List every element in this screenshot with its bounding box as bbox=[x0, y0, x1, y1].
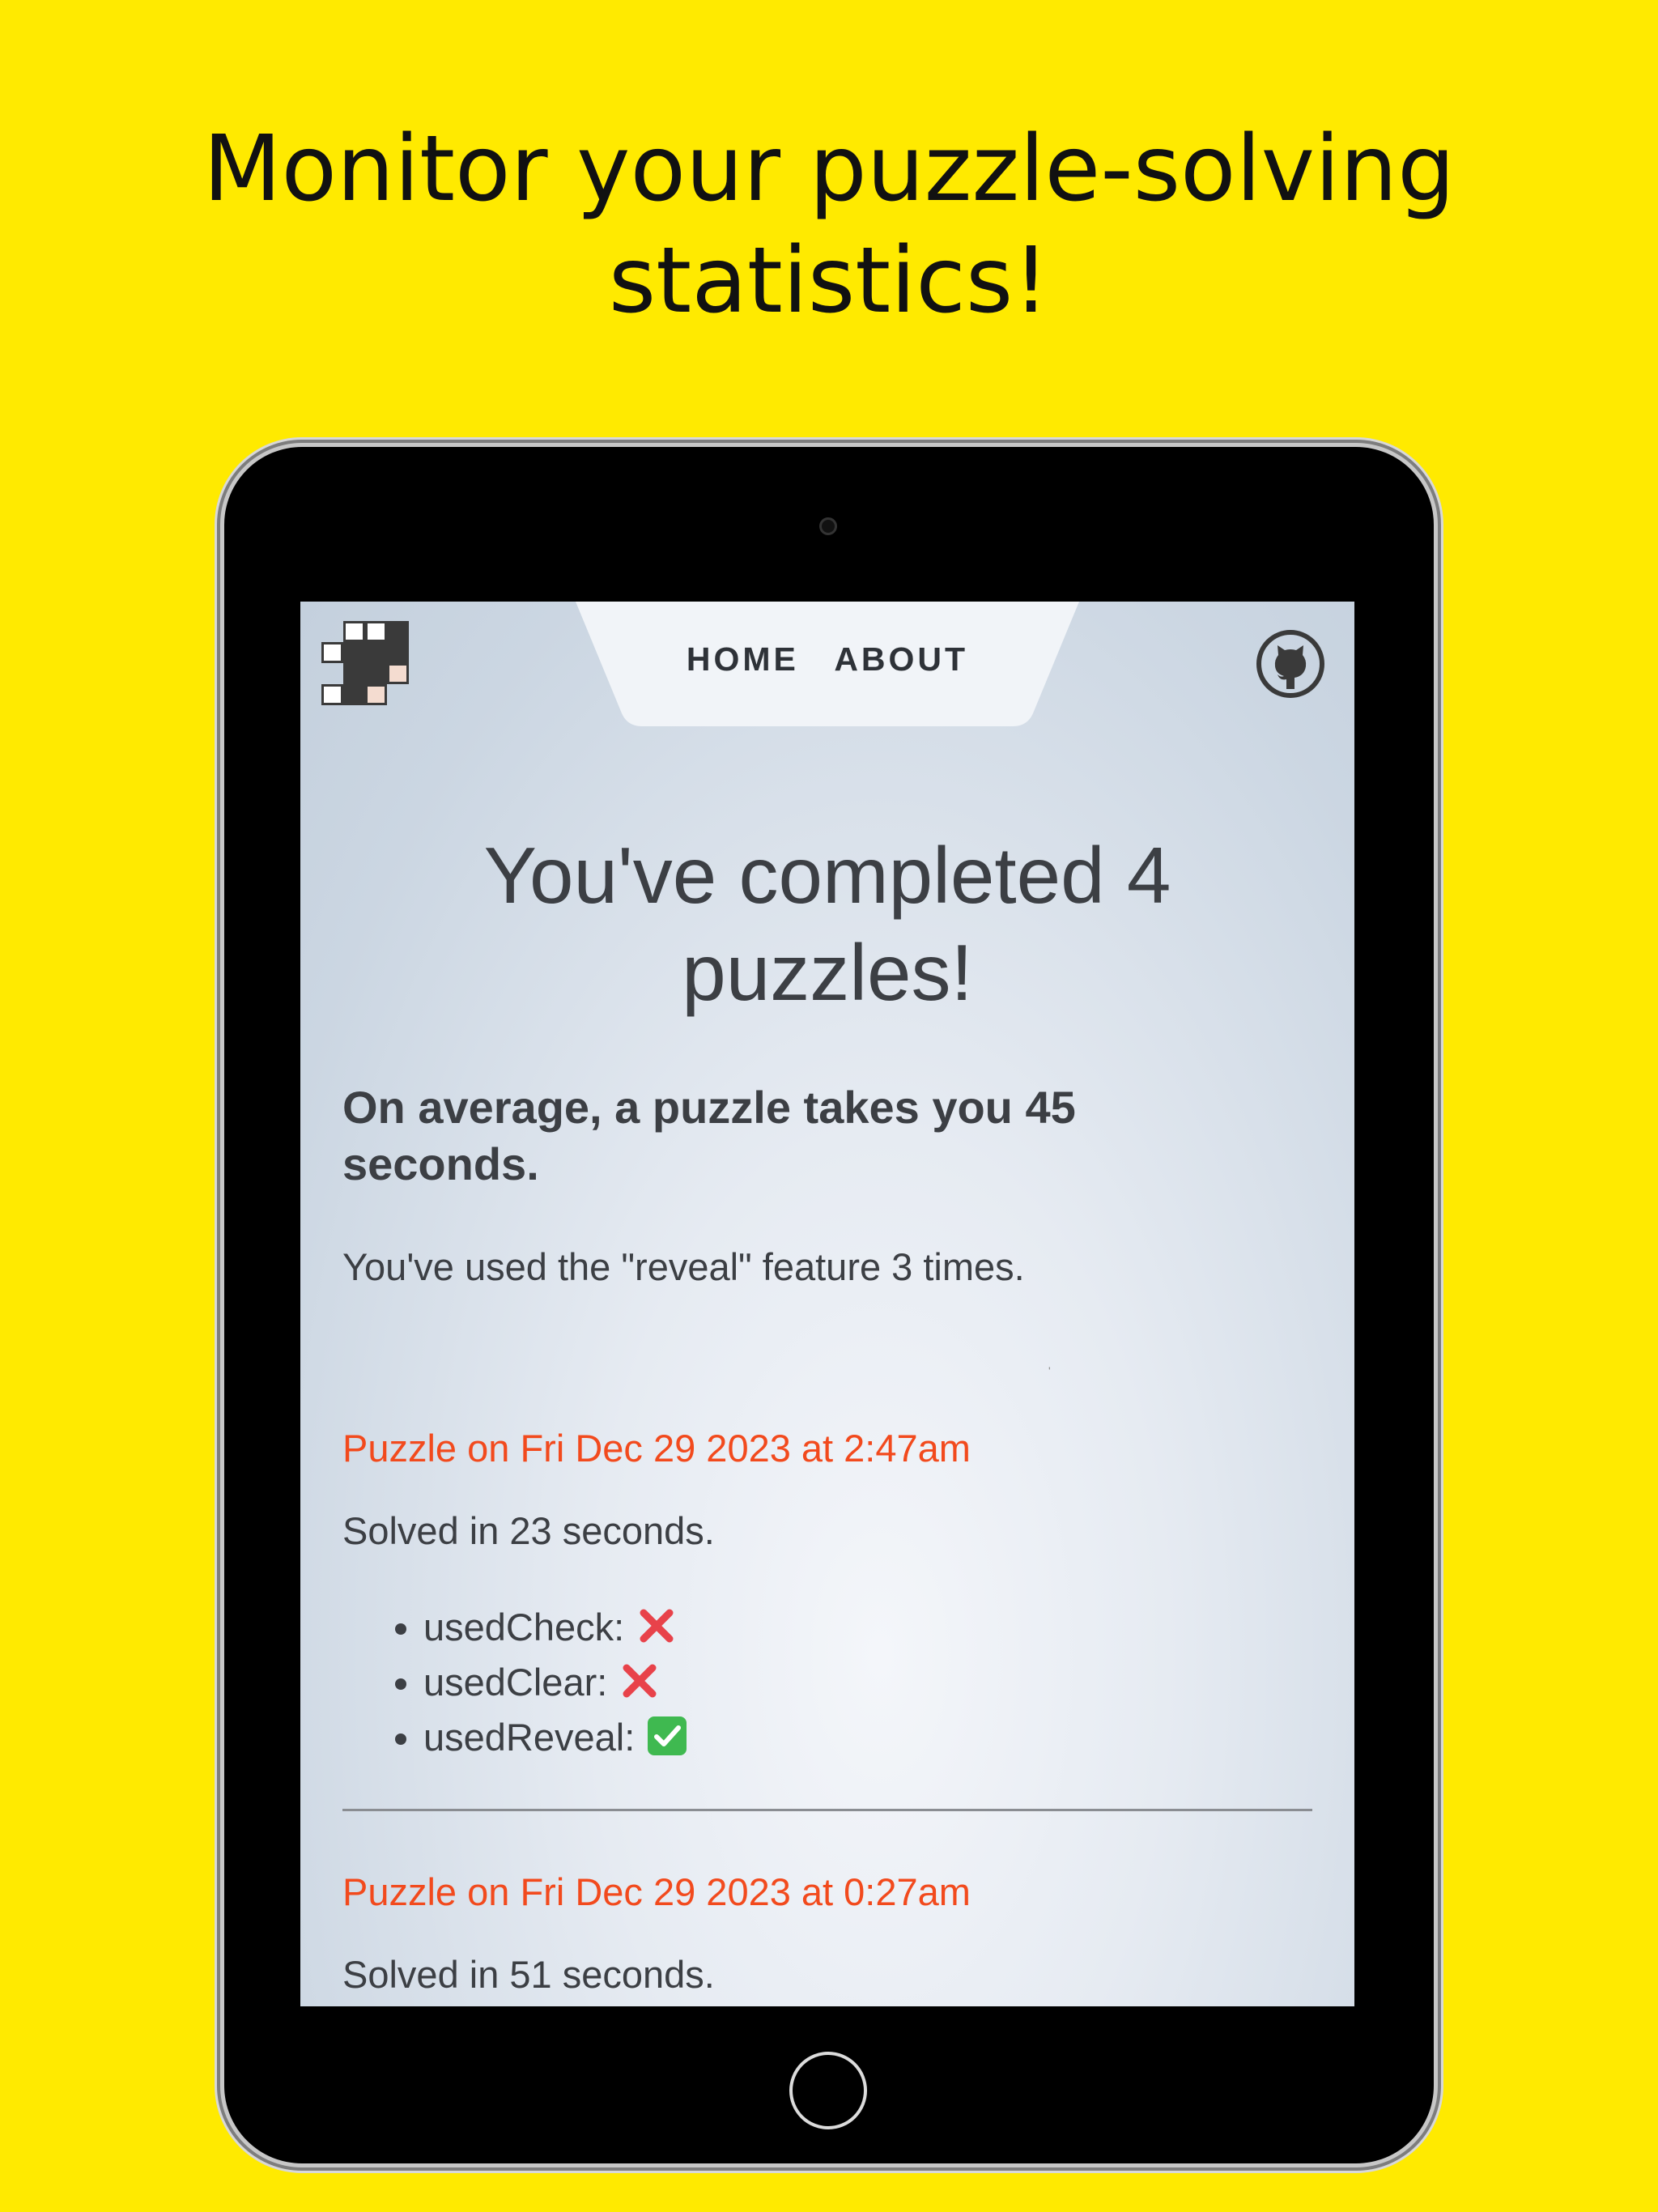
flag-label: usedClear: bbox=[423, 1661, 608, 1704]
headline-line-1: Monitor your puzzle-solving bbox=[202, 117, 1456, 222]
reveal-count-text: You've used the "reveal" feature 3 times… bbox=[342, 1245, 1025, 1288]
github-icon[interactable] bbox=[1256, 629, 1325, 699]
solved-time-2: Solved in 51 seconds. bbox=[342, 1953, 715, 1996]
nav-about-link[interactable]: ABOUT bbox=[834, 640, 968, 678]
list-item: usedCheck: bbox=[423, 1600, 688, 1655]
red-x-icon bbox=[640, 1609, 674, 1643]
list-item: usedReveal: bbox=[423, 1710, 688, 1765]
puzzle-divider bbox=[342, 1809, 1312, 1811]
completed-count-title: You've completed 4 puzzles! bbox=[483, 831, 1171, 1017]
flag-label: usedReveal: bbox=[423, 1716, 636, 1759]
puzzle-date-1: Puzzle on Fri Dec 29 2023 at 2:47am bbox=[342, 1427, 971, 1470]
camera-icon bbox=[819, 517, 837, 535]
list-item: usedClear: bbox=[423, 1655, 688, 1710]
home-button[interactable] bbox=[789, 2052, 867, 2129]
crossword-grid-logo-icon[interactable] bbox=[321, 621, 409, 705]
headline-line-2: statistics! bbox=[608, 228, 1050, 334]
nav-bar: HOME ABOUT bbox=[576, 602, 1079, 726]
solved-time-1: Solved in 23 seconds. bbox=[342, 1509, 715, 1552]
app-screen: HOME ABOUT You've completed 4 puzzles! O… bbox=[300, 602, 1354, 2006]
average-time-text: On average, a puzzle takes you 45 second… bbox=[342, 1082, 1076, 1189]
nav-home-link[interactable]: HOME bbox=[687, 640, 799, 678]
puzzle-date-2: Puzzle on Fri Dec 29 2023 at 0:27am bbox=[342, 1870, 971, 1913]
flag-label: usedCheck: bbox=[423, 1606, 625, 1648]
green-check-icon bbox=[648, 1716, 687, 1755]
marketing-headline: Monitor your puzzle-solving statistics! bbox=[0, 113, 1658, 337]
puzzle-flags-list: usedCheck: usedClear: usedReveal: bbox=[359, 1600, 688, 1765]
scroll-indicator: ' bbox=[1048, 1364, 1051, 1377]
tablet-device: HOME ABOUT You've completed 4 puzzles! O… bbox=[224, 447, 1434, 2163]
red-x-icon bbox=[623, 1664, 657, 1698]
